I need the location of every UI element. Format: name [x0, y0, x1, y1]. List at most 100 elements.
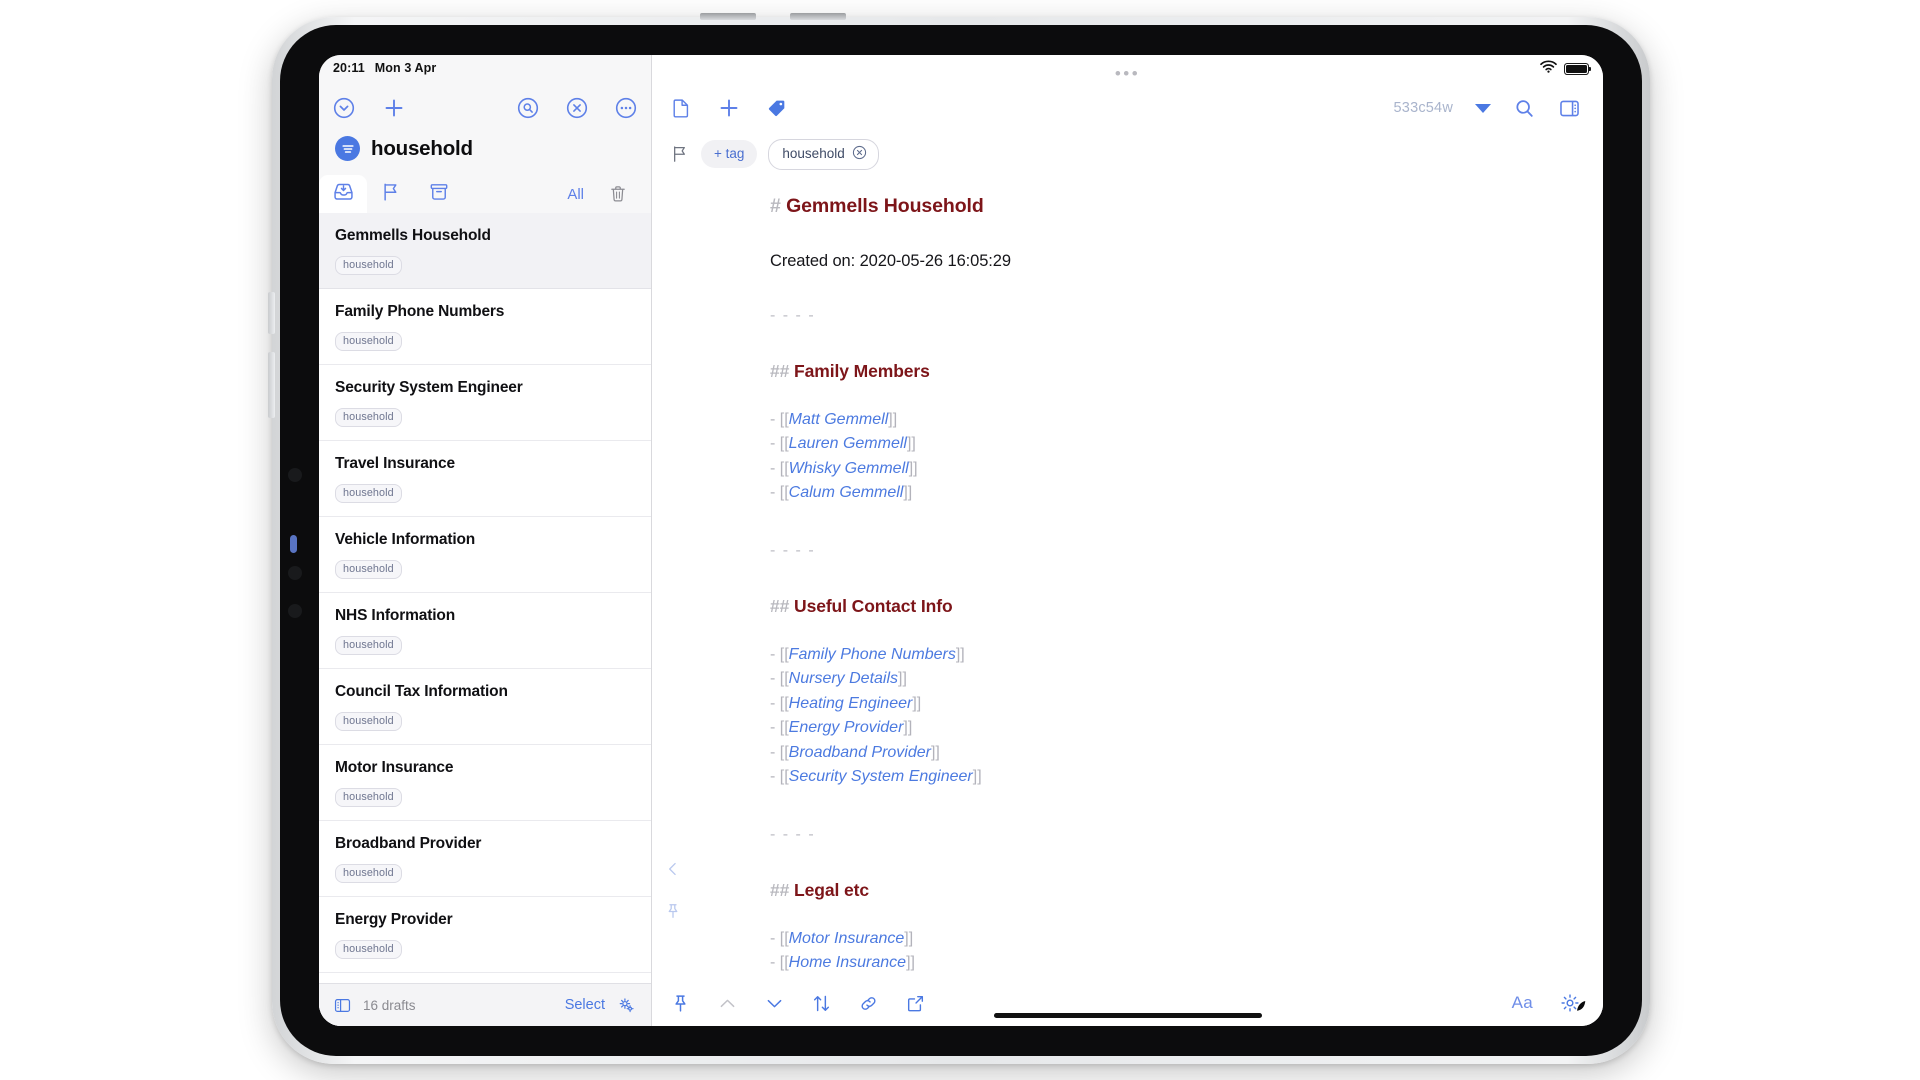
home-indicator[interactable] [993, 1013, 1262, 1018]
wikilink-label[interactable]: Heating Engineer [789, 695, 913, 712]
link-list-item[interactable]: - [[Home Insurance]] [770, 951, 1563, 975]
tag-chip-household[interactable]: household [768, 138, 879, 170]
ellipsis-circle-icon[interactable] [615, 97, 637, 119]
word-count-label[interactable]: 533c54w [1394, 100, 1453, 116]
chevron-left-icon[interactable] [664, 860, 682, 878]
bullet-marker: - [770, 411, 776, 428]
list-item[interactable]: Travel Insurance household [319, 441, 651, 517]
wikilink-open: [[ [779, 954, 789, 972]
pin-icon[interactable] [664, 902, 682, 920]
gears-icon[interactable] [616, 995, 637, 1016]
drafts-list[interactable]: Gemmells Household household Family Phone … [319, 213, 651, 1026]
document-title-text: Gemmells Household [786, 195, 984, 217]
wikilink-label[interactable]: Security System Engineer [789, 768, 973, 785]
sidebar-item-flagged[interactable] [367, 175, 415, 213]
wikilink-close: ]] [906, 954, 915, 972]
horizontal-rule: - - - - [770, 307, 816, 324]
link-icon[interactable] [858, 993, 879, 1014]
document-content[interactable]: # Gemmells Household Created on: 2020-05-… [652, 195, 1603, 980]
filter-all-button[interactable]: All [567, 175, 598, 213]
created-line: Created on: 2020-05-26 16:05:29 [770, 252, 1011, 270]
list-item[interactable]: Council Tax Information household [319, 669, 651, 745]
link-list-item[interactable]: - [[Family Phone Numbers]] [770, 643, 1563, 667]
trash-icon[interactable] [598, 175, 638, 213]
wikilink-label[interactable]: Family Phone Numbers [789, 646, 956, 663]
wikilink-open: [[ [779, 768, 789, 786]
wikilink-label[interactable]: Lauren Gemmell [789, 435, 907, 452]
x-circle-icon[interactable] [852, 145, 867, 163]
select-button[interactable]: Select [565, 997, 605, 1013]
add-tag-button[interactable]: + tag [701, 140, 758, 168]
list-item-tag: household [335, 939, 402, 959]
document-body[interactable]: # Gemmells Household Created on: 2020-05-… [652, 173, 1603, 980]
list-item[interactable]: Broadband Provider household [319, 821, 651, 897]
flag-outline-icon[interactable] [670, 144, 690, 164]
wikilink-label[interactable]: Whisky Gemmell [789, 460, 909, 477]
plus-icon[interactable] [718, 97, 740, 119]
bullet-marker: - [770, 459, 776, 477]
wikilink-label[interactable]: Matt Gemmell [789, 411, 889, 428]
pin-icon[interactable] [670, 993, 691, 1014]
section-heading-text: Useful Contact Info [794, 595, 953, 616]
wikilink-label[interactable]: Calum Gemmell [789, 484, 904, 501]
wikilink-label[interactable]: Broadband Provider [789, 744, 931, 761]
plus-icon[interactable] [383, 97, 405, 119]
wikilink-open: [[ [779, 484, 789, 502]
font-size-button[interactable]: Aa [1512, 993, 1533, 1013]
wikilink-close: ]] [908, 459, 918, 477]
link-list-item[interactable]: - [[Lauren Gemmell]] [770, 432, 1563, 456]
link-list-item[interactable]: - [[Matt Gemmell]] [770, 408, 1563, 432]
link-list-item[interactable]: - [[Calum Gemmell]] [770, 481, 1563, 505]
ipad-volume-down-button[interactable] [268, 352, 275, 418]
arrows-up-down-icon[interactable] [811, 993, 832, 1014]
bullet-marker: - [770, 929, 776, 947]
workspace-title[interactable]: household [319, 133, 651, 173]
wikilink-label[interactable]: Motor Insurance [789, 930, 905, 947]
wikilink-close: ]] [898, 670, 907, 688]
chevron-down-circle-icon[interactable] [333, 97, 355, 119]
list-item[interactable]: Family Phone Numbers household [319, 289, 651, 365]
chevron-down-icon[interactable] [764, 993, 785, 1014]
link-list-item[interactable]: - [[Security System Engineer]] [770, 765, 1563, 789]
search-circle-icon[interactable] [517, 97, 539, 119]
wikilink-label[interactable]: Home Insurance [789, 954, 906, 971]
sidebar-panel-icon[interactable] [333, 996, 352, 1015]
bullet-marker: - [770, 719, 776, 737]
list-item[interactable]: Motor Insurance household [319, 745, 651, 821]
horizontal-rule: - - - - [770, 825, 816, 843]
workspace-name: household [371, 136, 473, 160]
share-icon[interactable] [905, 993, 926, 1014]
link-list-item[interactable]: - [[Energy Provider]] [770, 716, 1563, 740]
list-item[interactable]: Energy Provider household [319, 897, 651, 973]
tag-filled-icon[interactable] [766, 97, 788, 119]
link-list-item[interactable]: - [[Broadband Provider]] [770, 741, 1563, 765]
sidebar-item-archive[interactable] [415, 175, 463, 213]
list-item[interactable]: Vehicle Information household [319, 517, 651, 593]
list-item[interactable]: Security System Engineer household [319, 365, 651, 441]
drag-handle[interactable]: ••• [1115, 65, 1140, 82]
sidebar-item-inbox[interactable] [319, 175, 367, 213]
list-item-title: Council Tax Information [335, 683, 508, 700]
link-list-item[interactable]: - [[Whisky Gemmell]] [770, 457, 1563, 481]
search-icon[interactable] [1513, 97, 1536, 120]
split-view-icon[interactable] [1558, 97, 1581, 120]
triangle-down-icon[interactable] [1475, 103, 1491, 113]
ipad-volume-up-button[interactable] [268, 292, 275, 334]
chevron-up-icon[interactable] [717, 993, 738, 1014]
bullet-marker: - [770, 954, 776, 972]
link-list-item[interactable]: - [[Motor Insurance]] [770, 927, 1563, 951]
wikilink-close: ]] [972, 768, 982, 786]
wikilink-label[interactable]: Energy Provider [789, 719, 904, 736]
document-icon[interactable] [670, 97, 692, 119]
list-item[interactable]: NHS Information household [319, 593, 651, 669]
link-list-item[interactable]: - [[Nursery Details]] [770, 667, 1563, 691]
tag-chip-label: household [782, 146, 845, 161]
horizontal-rule: - - - - [770, 541, 816, 559]
list-item[interactable]: Gemmells Household household [319, 213, 651, 289]
list-item-tag: household [335, 559, 402, 579]
bullet-marker: - [770, 743, 776, 761]
wikilink-close: ]] [888, 411, 898, 428]
x-circle-icon[interactable] [566, 97, 588, 119]
wikilink-label[interactable]: Nursery Details [789, 670, 898, 687]
link-list-item[interactable]: - [[Heating Engineer]] [770, 692, 1563, 716]
